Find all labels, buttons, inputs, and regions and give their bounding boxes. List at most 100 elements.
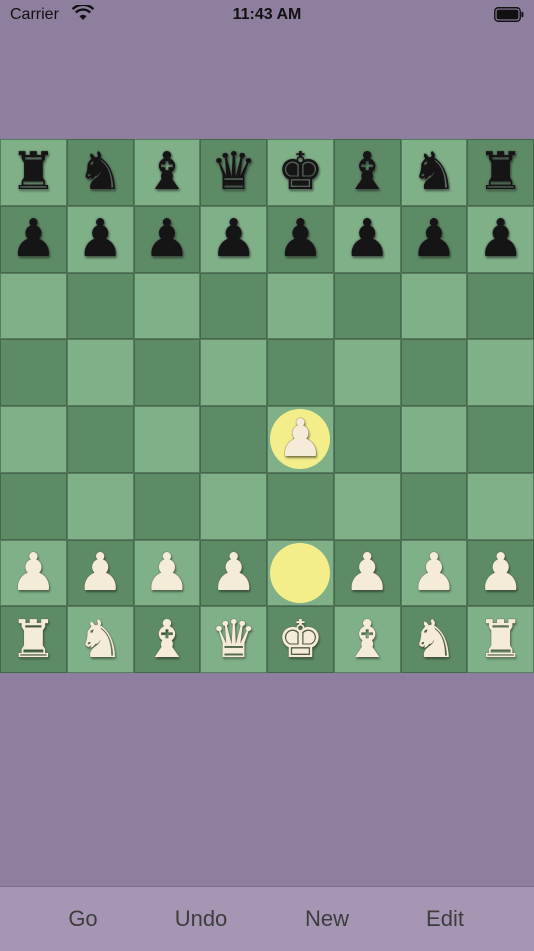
- white-bishop-icon[interactable]: ♝: [334, 606, 401, 673]
- black-pawn-icon[interactable]: ♟: [267, 206, 334, 273]
- square-b8[interactable]: ♞: [66, 139, 134, 206]
- black-pawn-icon[interactable]: ♟: [467, 206, 534, 273]
- square-h6[interactable]: [467, 272, 534, 340]
- square-a3[interactable]: [0, 472, 67, 540]
- square-c6[interactable]: [133, 272, 201, 340]
- black-pawn-icon[interactable]: ♟: [134, 206, 201, 273]
- square-e1[interactable]: ♚: [267, 606, 334, 673]
- go-button[interactable]: Go: [68, 887, 97, 951]
- black-pawn-icon[interactable]: ♟: [401, 206, 468, 273]
- white-pawn-icon[interactable]: ♟: [67, 540, 134, 607]
- white-queen-icon[interactable]: ♛: [200, 606, 267, 673]
- square-b2[interactable]: ♟: [66, 539, 134, 607]
- black-bishop-icon[interactable]: ♝: [134, 139, 201, 206]
- edit-button[interactable]: Edit: [426, 887, 464, 951]
- square-f4[interactable]: [333, 406, 401, 473]
- white-pawn-icon[interactable]: ♟: [467, 540, 534, 607]
- square-g5[interactable]: [400, 339, 468, 406]
- square-d2[interactable]: ♟: [200, 539, 267, 607]
- square-g8[interactable]: ♞: [400, 139, 468, 206]
- white-bishop-icon[interactable]: ♝: [134, 606, 201, 673]
- black-queen-icon[interactable]: ♛: [200, 139, 267, 206]
- square-a5[interactable]: [0, 339, 67, 406]
- square-d3[interactable]: [200, 472, 267, 540]
- black-pawn-icon[interactable]: ♟: [200, 206, 267, 273]
- square-b4[interactable]: [66, 406, 134, 473]
- square-f5[interactable]: [333, 339, 401, 406]
- white-pawn-icon[interactable]: ♟: [0, 540, 67, 607]
- square-e6[interactable]: [267, 272, 334, 340]
- white-pawn-icon[interactable]: ♟: [134, 540, 201, 607]
- square-g1[interactable]: ♞: [400, 606, 468, 673]
- black-pawn-icon[interactable]: ♟: [0, 206, 67, 273]
- square-c7[interactable]: ♟: [133, 205, 201, 273]
- square-a2[interactable]: ♟: [0, 539, 67, 607]
- square-b1[interactable]: ♞: [66, 606, 134, 673]
- square-h7[interactable]: ♟: [467, 205, 534, 273]
- square-g2[interactable]: ♟: [400, 539, 468, 607]
- white-pawn-icon[interactable]: ♟: [334, 540, 401, 607]
- square-g3[interactable]: [400, 472, 468, 540]
- black-king-icon[interactable]: ♚: [267, 139, 334, 206]
- square-d7[interactable]: ♟: [200, 205, 267, 273]
- square-e4[interactable]: ♟: [267, 406, 334, 473]
- square-b6[interactable]: [66, 272, 134, 340]
- black-pawn-icon[interactable]: ♟: [334, 206, 401, 273]
- square-h8[interactable]: ♜: [467, 139, 534, 206]
- square-e3[interactable]: [267, 472, 334, 540]
- white-knight-icon[interactable]: ♞: [67, 606, 134, 673]
- square-f3[interactable]: [333, 472, 401, 540]
- square-c8[interactable]: ♝: [133, 139, 201, 206]
- white-pawn-icon[interactable]: ♟: [267, 406, 334, 473]
- square-h4[interactable]: [467, 406, 534, 473]
- white-pawn-icon[interactable]: ♟: [200, 540, 267, 607]
- square-b3[interactable]: [66, 472, 134, 540]
- black-bishop-icon[interactable]: ♝: [334, 139, 401, 206]
- square-c2[interactable]: ♟: [133, 539, 201, 607]
- square-d6[interactable]: [200, 272, 267, 340]
- square-f8[interactable]: ♝: [333, 139, 401, 206]
- black-rook-icon[interactable]: ♜: [0, 139, 67, 206]
- square-a8[interactable]: ♜: [0, 139, 67, 206]
- undo-button[interactable]: Undo: [175, 887, 228, 951]
- black-knight-icon[interactable]: ♞: [401, 139, 468, 206]
- square-b5[interactable]: [66, 339, 134, 406]
- square-d5[interactable]: [200, 339, 267, 406]
- square-f2[interactable]: ♟: [333, 539, 401, 607]
- square-h1[interactable]: ♜: [467, 606, 534, 673]
- square-f7[interactable]: ♟: [333, 205, 401, 273]
- square-a1[interactable]: ♜: [0, 606, 67, 673]
- white-knight-icon[interactable]: ♞: [401, 606, 468, 673]
- square-f6[interactable]: [333, 272, 401, 340]
- white-rook-icon[interactable]: ♜: [0, 606, 67, 673]
- square-c4[interactable]: [133, 406, 201, 473]
- square-g7[interactable]: ♟: [400, 205, 468, 273]
- square-e7[interactable]: ♟: [267, 205, 334, 273]
- white-rook-icon[interactable]: ♜: [467, 606, 534, 673]
- white-pawn-icon[interactable]: ♟: [401, 540, 468, 607]
- square-e2[interactable]: [267, 539, 334, 607]
- square-c3[interactable]: [133, 472, 201, 540]
- square-h5[interactable]: [467, 339, 534, 406]
- black-pawn-icon[interactable]: ♟: [67, 206, 134, 273]
- new-game-button[interactable]: New: [305, 887, 349, 951]
- square-f1[interactable]: ♝: [333, 606, 401, 673]
- square-h2[interactable]: ♟: [467, 539, 534, 607]
- square-c5[interactable]: [133, 339, 201, 406]
- square-d8[interactable]: ♛: [200, 139, 267, 206]
- square-e5[interactable]: [267, 339, 334, 406]
- square-g4[interactable]: [400, 406, 468, 473]
- square-e8[interactable]: ♚: [267, 139, 334, 206]
- square-a6[interactable]: [0, 272, 67, 340]
- black-rook-icon[interactable]: ♜: [467, 139, 534, 206]
- square-d1[interactable]: ♛: [200, 606, 267, 673]
- square-d4[interactable]: [200, 406, 267, 473]
- square-g6[interactable]: [400, 272, 468, 340]
- square-a4[interactable]: [0, 406, 67, 473]
- square-a7[interactable]: ♟: [0, 205, 67, 273]
- square-c1[interactable]: ♝: [133, 606, 201, 673]
- square-h3[interactable]: [467, 472, 534, 540]
- black-knight-icon[interactable]: ♞: [67, 139, 134, 206]
- white-king-icon[interactable]: ♚: [267, 606, 334, 673]
- square-b7[interactable]: ♟: [66, 205, 134, 273]
